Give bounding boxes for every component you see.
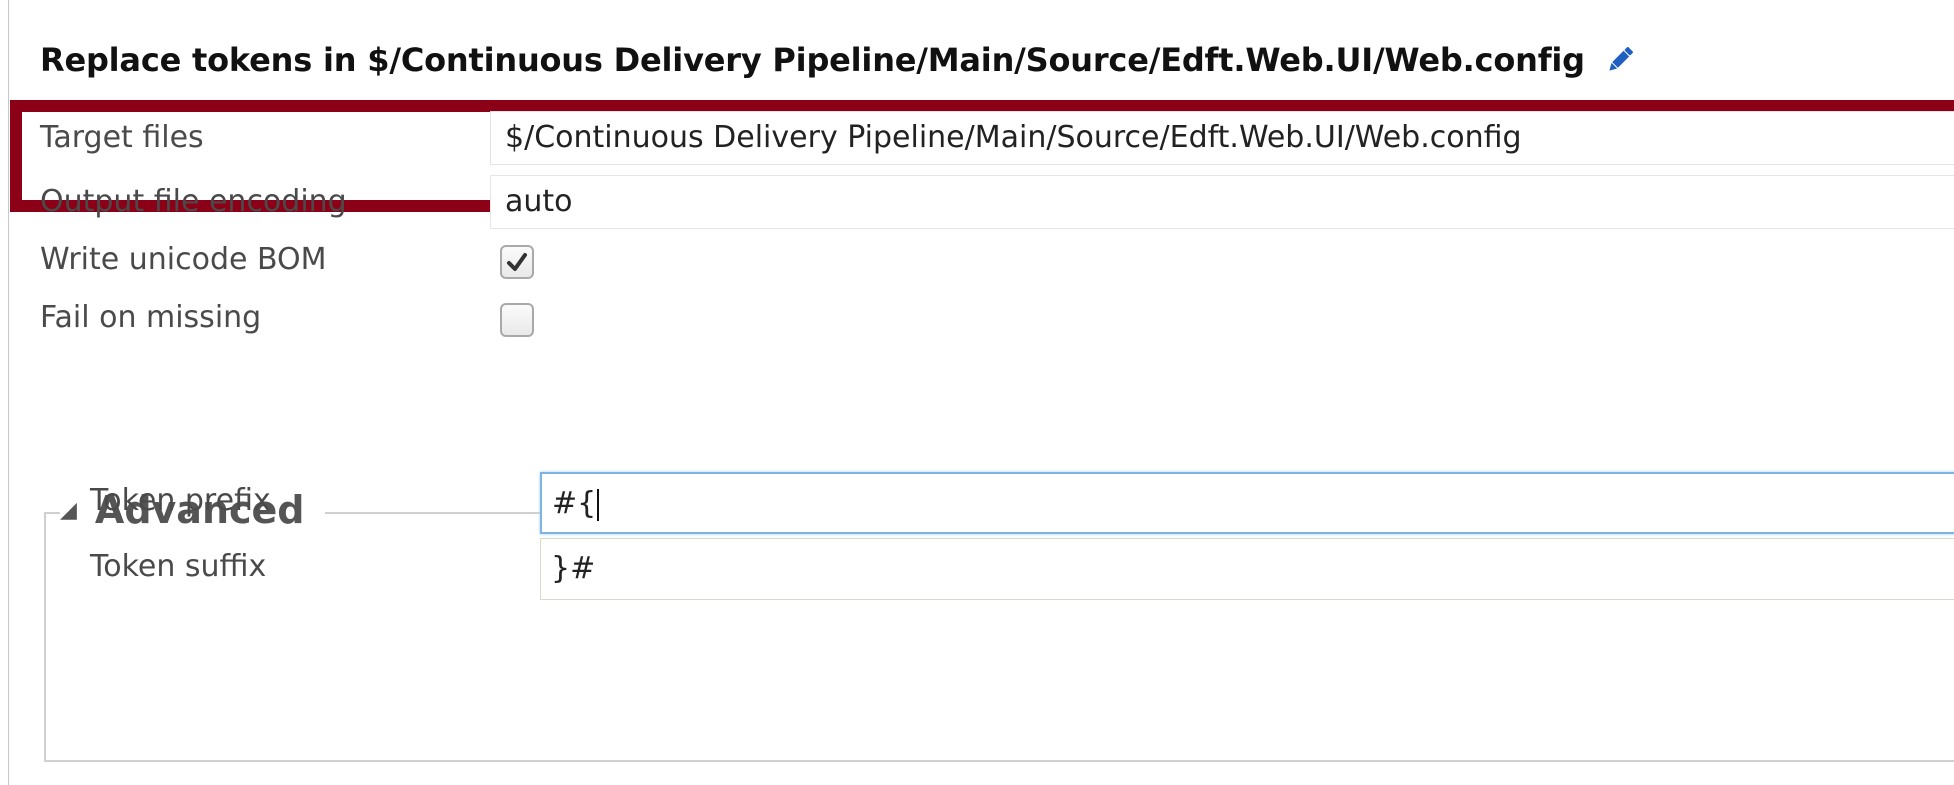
write-bom-row: Write unicode BOM (0, 230, 1954, 290)
fail-on-missing-checkbox[interactable] (500, 303, 534, 337)
text-caret (597, 488, 600, 521)
task-title: Replace tokens in $/Continuous Delivery … (40, 41, 1585, 79)
token-suffix-row: Token suffix }# (0, 532, 1954, 602)
token-prefix-input[interactable]: #{ (540, 472, 1954, 534)
token-prefix-value: #{ (552, 486, 597, 521)
write-bom-label: Write unicode BOM (40, 242, 327, 277)
task-title-row: Replace tokens in $/Continuous Delivery … (40, 30, 1639, 90)
token-suffix-input[interactable]: }# (540, 538, 1954, 600)
token-suffix-label: Token suffix (90, 549, 267, 584)
fail-on-missing-label: Fail on missing (40, 300, 262, 335)
checkmark-icon (507, 253, 527, 271)
token-prefix-row: Token prefix #{ (0, 466, 1954, 536)
advanced-fieldset-bottom-border (44, 760, 1954, 762)
output-encoding-row: Output file encoding auto (0, 172, 1954, 232)
target-files-row: Target files $/Continuous Delivery Pipel… (0, 108, 1954, 168)
target-files-label: Target files (40, 120, 204, 155)
task-settings-panel: Replace tokens in $/Continuous Delivery … (0, 0, 1954, 785)
token-prefix-label: Token prefix (90, 483, 271, 518)
output-encoding-input[interactable]: auto (490, 175, 1954, 229)
write-bom-checkbox[interactable] (500, 245, 534, 279)
output-encoding-label: Output file encoding (40, 184, 347, 219)
target-files-input[interactable]: $/Continuous Delivery Pipeline/Main/Sour… (490, 111, 1954, 165)
fail-on-missing-row: Fail on missing (0, 288, 1954, 348)
pencil-icon[interactable] (1601, 41, 1639, 79)
